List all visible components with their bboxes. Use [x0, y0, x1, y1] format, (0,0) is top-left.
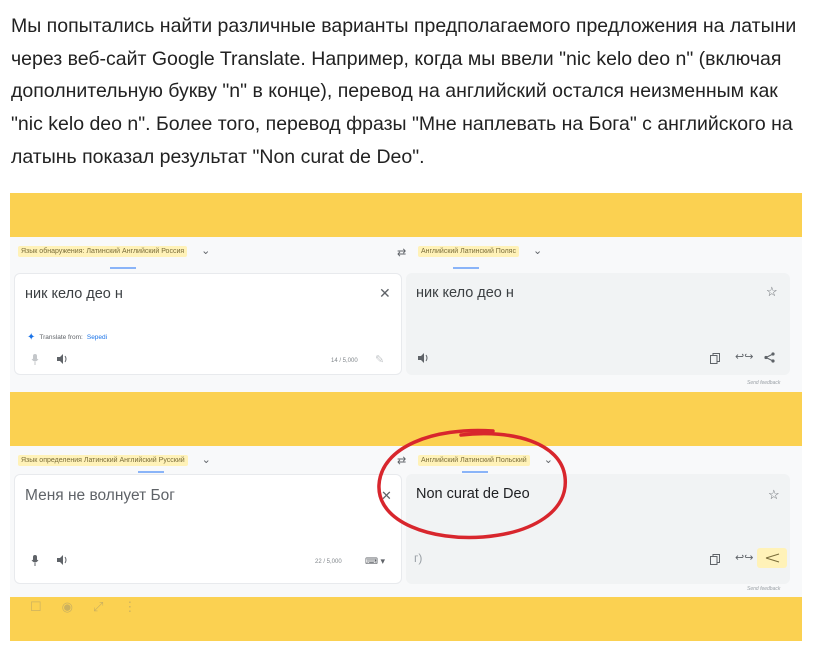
source-text-input[interactable]: Меня не волнует Бог	[25, 487, 175, 505]
share-icon	[765, 553, 780, 563]
microphone-icon[interactable]	[31, 354, 39, 365]
sparkle-icon: ✦	[27, 332, 36, 343]
rate-translation-icon[interactable]: ↩↪	[735, 553, 753, 564]
expand-icon[interactable]: ⤢	[93, 599, 103, 615]
active-tab-indicator	[110, 267, 136, 269]
close-icon[interactable]: ✕	[379, 286, 391, 300]
source-language-label: Язык обнаружения: Латинский Английский Р…	[18, 245, 188, 257]
speaker-icon[interactable]	[57, 354, 68, 364]
swap-languages-icon[interactable]: ⇄	[397, 246, 406, 259]
chevron-down-icon[interactable]: ⌄	[533, 245, 542, 257]
active-tab-indicator	[453, 267, 479, 269]
active-tab-indicator	[138, 471, 164, 473]
translate-from-language[interactable]: Sepedi	[87, 334, 107, 341]
source-text-panel[interactable]: ник кело део н ✕ ✦ Translate from: Seped…	[14, 273, 402, 375]
article-paragraph: Мы попытались найти различные варианты п…	[11, 10, 811, 174]
source-language-bar[interactable]: Язык обнаружения: Латинский Английский Р…	[18, 238, 210, 264]
translation-output-panel: ник кело део н ☆ ↩↪	[406, 273, 790, 375]
target-language-bar[interactable]: Английский Латинский Польский ⌄	[418, 447, 553, 473]
image-toolbar: ☐ ◉ ⤢ ⋮	[30, 599, 136, 615]
character-counter: 14 / 5,000	[331, 358, 358, 364]
rate-translation-icon[interactable]: ↩↪	[735, 352, 753, 363]
chevron-down-icon[interactable]: ⌄	[201, 245, 210, 257]
translation-output-panel: Non curat de Deo ☆ г) ↩↪	[406, 474, 790, 584]
more-icon[interactable]: ⋮	[123, 599, 136, 615]
target-language-bar[interactable]: Английский Латинский Поляс ⌄	[418, 238, 542, 264]
translate-screenshot-1: Язык обнаружения: Латинский Английский Р…	[10, 237, 802, 392]
translate-from-suggestion[interactable]: ✦ Translate from: Sepedi	[27, 332, 107, 343]
copy-icon[interactable]	[710, 353, 720, 364]
target-language-label: Английский Латинский Поляс	[418, 245, 519, 257]
source-language-bar[interactable]: Язык определения Латинский Английский Ру…	[18, 447, 211, 473]
chevron-down-icon[interactable]: ⌄	[202, 454, 211, 466]
translation-output-text: ник кело део н	[416, 285, 514, 301]
chevron-down-icon[interactable]: ⌄	[544, 454, 553, 466]
translate-screenshot-2: Язык определения Латинский Английский Ру…	[10, 446, 802, 597]
translation-screenshots-figure: Язык обнаружения: Латинский Английский Р…	[10, 193, 802, 641]
bookmark-icon[interactable]: ☐	[30, 599, 42, 615]
camera-icon[interactable]: ◉	[62, 599, 73, 615]
source-language-label: Язык определения Латинский Английский Ру…	[18, 454, 188, 466]
partial-text: г)	[414, 551, 423, 565]
active-tab-indicator	[462, 471, 488, 473]
share-icon[interactable]	[764, 352, 775, 363]
swap-languages-icon[interactable]: ⇄	[397, 454, 406, 467]
close-icon[interactable]: ✕	[381, 489, 392, 502]
speaker-icon[interactable]	[418, 353, 429, 363]
character-counter: 22 / 5,000	[315, 559, 342, 565]
send-feedback-link[interactable]: Send feedback	[747, 380, 780, 386]
star-icon[interactable]: ☆	[766, 285, 778, 298]
send-feedback-link[interactable]: Send feedback	[747, 586, 780, 592]
translation-output-text: Non curat de Deo	[416, 486, 530, 502]
star-icon[interactable]: ☆	[768, 488, 780, 501]
article-text: Мы попытались найти различные варианты п…	[11, 15, 797, 168]
share-button-highlight[interactable]	[757, 548, 787, 568]
keyboard-icon[interactable]: ⌨ ▾	[365, 557, 385, 566]
translate-from-label: Translate from:	[39, 334, 83, 341]
copy-icon[interactable]	[710, 554, 720, 565]
target-language-label: Английский Латинский Польский	[418, 454, 530, 466]
microphone-icon[interactable]	[31, 555, 39, 566]
speaker-icon[interactable]	[57, 555, 68, 565]
source-text-input[interactable]: ник кело део н	[25, 286, 123, 302]
source-text-panel[interactable]: Меня не волнует Бог ✕ 22 / 5,000 ⌨ ▾	[14, 474, 402, 584]
pencil-icon[interactable]: ✎	[375, 355, 384, 366]
